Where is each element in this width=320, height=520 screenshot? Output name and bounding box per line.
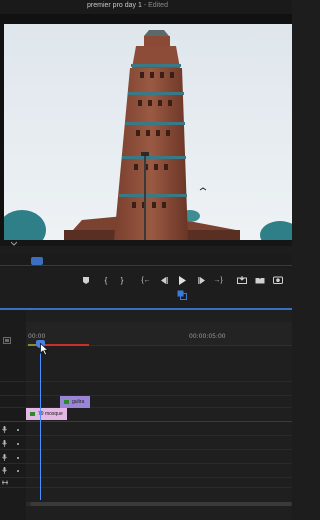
track-target-dot[interactable] [17, 443, 19, 445]
mark-in-icon: { [104, 275, 108, 285]
mix-track-icon[interactable] [2, 479, 8, 486]
window-titlebar: premier pro day 1 - Edited [0, 0, 292, 14]
clip-gulira[interactable]: gulira [60, 396, 90, 408]
ruler-start-label: 00:00 [28, 333, 46, 340]
play-button[interactable] [175, 274, 189, 286]
track-a1 [0, 422, 292, 436]
clip-thumbnail-icon [64, 400, 69, 404]
go-to-out-icon: →} [213, 276, 223, 284]
track-header [0, 396, 26, 407]
go-to-out-button[interactable]: →} [211, 274, 225, 286]
mark-out-button[interactable]: } [115, 274, 129, 286]
track-header [0, 348, 26, 381]
go-to-in-icon: {← [141, 276, 151, 284]
track-mix [0, 478, 292, 488]
window-title: premier pro day 1 - Edited [87, 2, 168, 9]
step-back-button[interactable] [157, 274, 171, 286]
microphone-icon[interactable] [2, 467, 7, 474]
microphone-icon[interactable] [2, 426, 7, 433]
play-icon [179, 275, 186, 285]
mark-out-icon: } [120, 275, 124, 285]
clip-mosque[interactable]: 79 mosque [26, 408, 67, 420]
program-monitor-frame[interactable] [4, 24, 292, 240]
clip-label: gulira [72, 399, 85, 405]
timeline-scrollbar-thumb[interactable] [30, 502, 292, 506]
track-v2 [0, 396, 292, 408]
microphone-icon[interactable] [2, 454, 7, 461]
export-frame-button[interactable] [271, 274, 285, 286]
monitor-mini-bar [0, 240, 292, 246]
go-to-in-button[interactable]: {← [139, 274, 153, 286]
insert-button[interactable] [235, 274, 249, 286]
track-target-dot[interactable] [17, 429, 19, 431]
export-frame-icon [273, 276, 283, 284]
track-a2 [0, 436, 292, 450]
track-target-dot[interactable] [17, 470, 19, 472]
track-header [0, 408, 26, 421]
scrubber-track [0, 265, 292, 266]
mouse-cursor-icon [40, 343, 49, 356]
overwrite-icon [255, 276, 265, 284]
edited-status: Edited [148, 2, 168, 9]
title-separator: - [143, 2, 147, 9]
add-marker-button[interactable] [79, 274, 93, 286]
clip-label: 79 mosque [38, 411, 63, 417]
ruler-timecode-label: 00:00:05:00 [189, 333, 226, 340]
add-marker-icon [83, 276, 89, 284]
track-header [0, 382, 26, 395]
insert-icon [237, 276, 247, 284]
step-back-icon [161, 276, 168, 284]
track-target-dot[interactable] [17, 457, 19, 459]
track-v2-spacer [0, 382, 292, 396]
timeline-playhead-line[interactable] [40, 340, 41, 500]
mark-in-button[interactable]: { [99, 274, 113, 286]
timeline-settings-icon[interactable] [3, 337, 11, 344]
render-bar-unrendered [44, 344, 89, 346]
chevron-down-icon[interactable] [11, 241, 17, 246]
scrubber-playhead[interactable] [31, 257, 43, 265]
track-a3 [0, 450, 292, 464]
comparison-view-icon[interactable] [177, 290, 187, 300]
overwrite-button[interactable] [253, 274, 267, 286]
microphone-icon[interactable] [2, 440, 7, 447]
project-name: premier pro day 1 [87, 2, 142, 9]
time-ruler[interactable] [26, 322, 292, 346]
video-frame-image [4, 24, 292, 240]
track-a4 [0, 464, 292, 478]
step-forward-icon [198, 276, 205, 284]
step-forward-button[interactable] [195, 274, 209, 286]
clip-thumbnail-icon [30, 412, 35, 416]
